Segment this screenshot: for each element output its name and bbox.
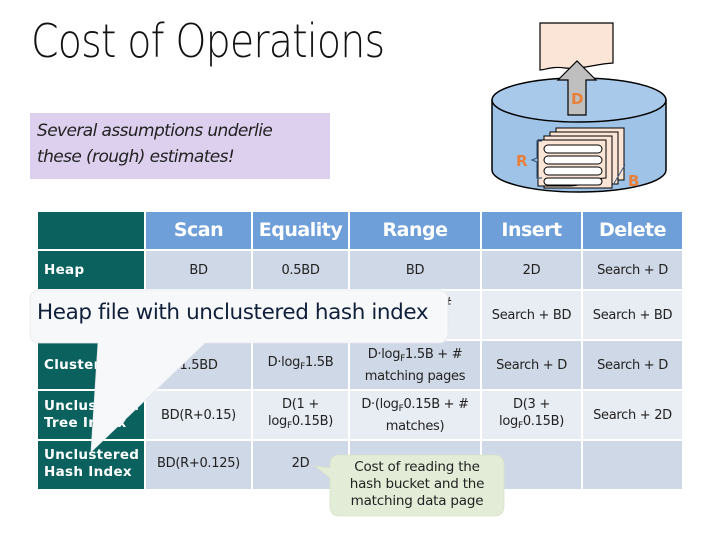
disk-diagram: D R B [491,22,667,193]
row-header: Unclustered Tree Index [38,391,144,439]
table-row: Heap BD 0.5BD BD 2D Search + D [38,251,682,289]
assumptions-note: Several assumptions underlie these (roug… [30,113,330,179]
callout-line-3: matching data page [350,493,484,509]
note-line-1: Several assumptions underlie [37,121,273,141]
table-cell: D·logF1.5B [253,341,348,389]
cell-fragment: # [441,296,452,311]
note-line-2: these (rough) estimates! [37,147,235,167]
table-cell: 0.5BD [253,251,348,289]
col-header-range: Range [350,212,480,249]
table-row: Unclustered Tree Index BD(R+0.15) D(1 + lo… [38,391,682,439]
row-header: Clustered [38,341,144,389]
slide-title: Cost of Operations [31,14,385,68]
table-cell: BD(R+0.15) [146,391,251,439]
col-header-scan: Scan [146,212,251,249]
callout-line-2: hash bucket and the [349,476,485,492]
heap-hash-callout-text: Heap file with unclustered hash index [37,300,429,325]
table-cell: D(1 + logF0.15B) [253,391,348,439]
row-header: Unclustered Hash Index [38,441,144,489]
callout-line-1: Cost of reading the [354,459,480,475]
col-header-insert: Insert [482,212,581,249]
table-cell: Search + BD [482,291,581,339]
table-cell: D·logF1.5B + # matching pages [350,341,480,389]
table-cell: BD(R+0.125) [146,441,251,489]
label-d: D [571,90,583,108]
label-b: B [628,172,639,190]
label-r: R [516,152,528,170]
table-cell: Search + D [583,251,682,289]
row-header: Heap [38,251,144,289]
col-header-equality: Equality [253,212,348,249]
col-header-delete: Delete [583,212,682,249]
hash-cost-callout-text: Cost of reading the hash bucket and the … [333,459,501,510]
table-cell: 2D [482,251,581,289]
table-cell: D(3 + logF0.15B) [482,391,581,439]
table-cell: Search + 2D [583,391,682,439]
cost-table: Scan Equality Range Insert Delete Heap B… [36,210,684,491]
table-cell [583,441,682,489]
table-cell: Search + D [583,341,682,389]
table-cell: D·(logF0.15B + # matches) [350,391,480,439]
table-cell: Search + D [482,341,581,389]
table-cell: Search + BD [583,291,682,339]
table-row: Clustered 1.5BD D·logF1.5B D·logF1.5B + … [38,341,682,389]
table-cell: 1.5BD [146,341,251,389]
corner-cell [38,212,144,249]
table-cell: BD [350,251,480,289]
table-cell: BD [146,251,251,289]
